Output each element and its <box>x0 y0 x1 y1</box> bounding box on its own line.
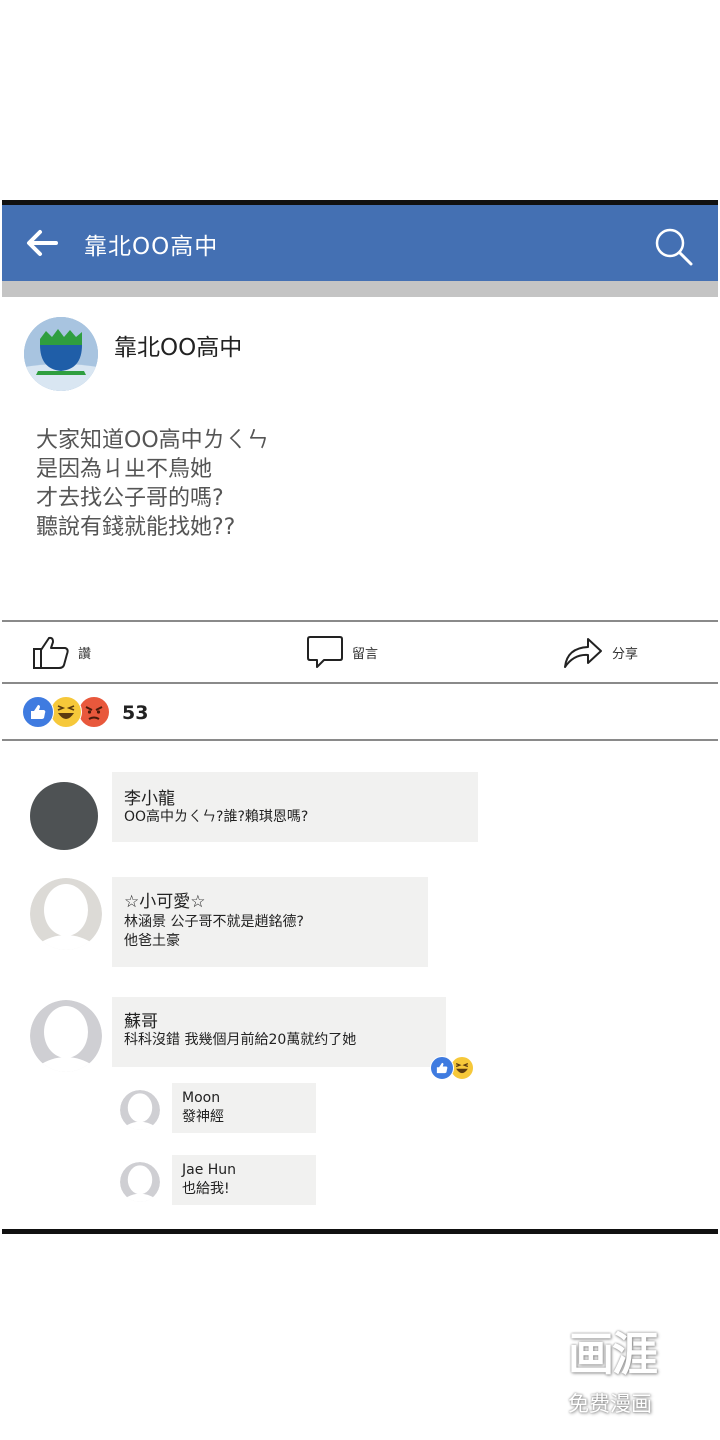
divider <box>2 682 718 684</box>
reaction-count: 53 <box>122 702 149 724</box>
post-line: 是因為ㄐㄓ不鳥她 <box>36 457 213 482</box>
comment-label: 留言 <box>352 646 379 662</box>
comment-author[interactable]: 蘇哥 <box>124 1007 158 1032</box>
post-line: 才去找公子哥的嗎? <box>36 486 224 511</box>
divider <box>2 739 718 741</box>
comment-author[interactable]: 李小龍 <box>124 784 175 809</box>
default-avatar-icon <box>30 1000 102 1072</box>
post-line: 聽說有錢就能找她?? <box>36 515 236 540</box>
comment-text: OO高中ㄌㄑㄣ?誰?賴琪恩嗎? <box>124 809 309 825</box>
default-avatar-icon <box>120 1162 160 1202</box>
comment-bubble: ☆小可愛☆ 林涵景 公子哥不就是趙銘德? 他爸土豪 <box>112 877 428 967</box>
search-icon[interactable] <box>654 227 694 267</box>
page-title: 靠北OO高中 <box>84 234 219 260</box>
watermark-logo: 画涯 <box>568 1327 658 1381</box>
avatar[interactable] <box>120 1162 160 1202</box>
page-avatar[interactable] <box>24 317 98 391</box>
default-avatar-icon <box>30 878 102 950</box>
watermark-subtitle: 免费漫画 <box>568 1392 652 1416</box>
avatar[interactable] <box>30 878 102 950</box>
reply-bubble: Moon 發神經 <box>172 1083 316 1133</box>
comment-bubble: 李小龍 OO高中ㄌㄑㄣ?誰?賴琪恩嗎? <box>112 772 478 842</box>
like-reaction-icon <box>430 1056 454 1080</box>
avatar[interactable] <box>30 782 98 850</box>
avatar[interactable] <box>120 1090 160 1130</box>
angry-reaction-icon <box>78 696 110 728</box>
like-reaction-icon <box>22 696 54 728</box>
comment-text: 他爸土豪 <box>124 933 180 949</box>
thumbs-up-icon <box>33 636 69 669</box>
header-divider <box>2 281 718 297</box>
share-button[interactable]: 分享 <box>562 632 638 672</box>
like-label: 讚 <box>78 646 92 662</box>
reply-author[interactable]: Moon <box>182 1089 220 1108</box>
comment-icon <box>307 636 343 668</box>
reply-text: 也給我! <box>182 1181 230 1197</box>
page-name[interactable]: 靠北OO高中 <box>114 328 242 362</box>
watermark: 画涯 免费漫画 <box>568 1318 688 1418</box>
comment-author[interactable]: ☆小可愛☆ <box>124 887 205 912</box>
share-label: 分享 <box>612 646 639 662</box>
comment-reactions[interactable] <box>430 1056 474 1080</box>
avatar[interactable] <box>30 1000 102 1072</box>
comment-bubble: 蘇哥 科科沒錯 我幾個月前給20萬就约了她 <box>112 997 446 1067</box>
haha-reaction-icon <box>50 696 82 728</box>
like-button[interactable]: 讚 <box>32 632 91 672</box>
reply-text: 發神經 <box>182 1109 224 1125</box>
comment-text: 科科沒錯 我幾個月前給20萬就约了她 <box>124 1032 357 1048</box>
post-body: 大家知道OO高中ㄌㄑㄣ 是因為ㄐㄓ不鳥她 才去找公子哥的嗎? 聽說有錢就能找她?… <box>36 426 269 542</box>
divider <box>2 620 718 622</box>
back-arrow-icon[interactable] <box>24 225 60 261</box>
comment-button[interactable]: 留言 <box>306 632 378 672</box>
default-avatar-icon <box>120 1090 160 1130</box>
bottom-border <box>2 1229 718 1234</box>
post-frame: 靠北OO高中 靠北OO高中 大家知道OO高中ㄌㄑㄣ 是因為ㄐㄓ不鳥她 才去找公子… <box>2 200 718 1235</box>
reply-author[interactable]: Jae Hun <box>182 1161 236 1180</box>
post-line: 大家知道OO高中ㄌㄑㄣ <box>36 428 269 453</box>
share-icon <box>564 638 602 668</box>
reply-bubble: Jae Hun 也給我! <box>172 1155 316 1205</box>
comment-text: 林涵景 公子哥不就是趙銘德? <box>124 914 304 930</box>
app-bar: 靠北OO高中 <box>2 205 718 281</box>
